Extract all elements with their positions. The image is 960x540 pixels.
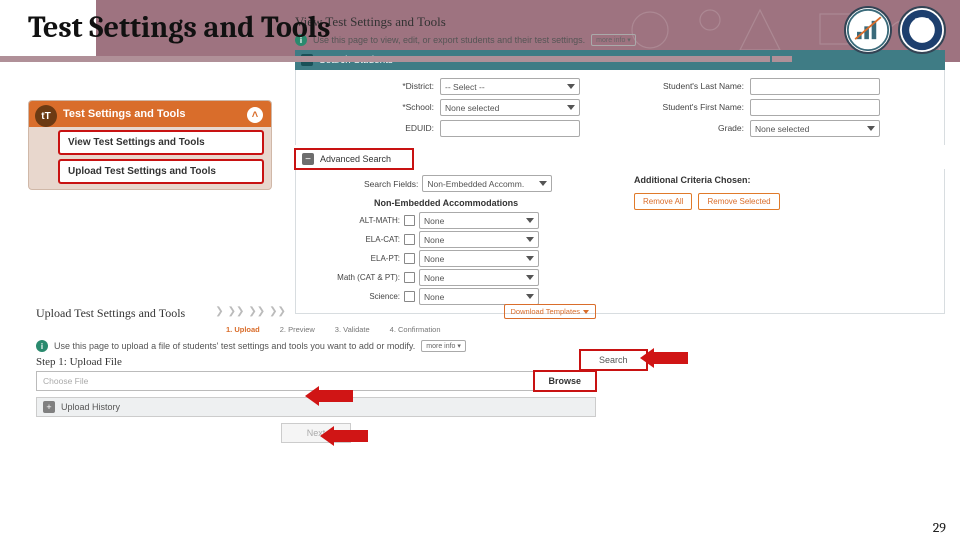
grade-label: Grade: <box>630 120 750 137</box>
district-label: *District: <box>300 78 440 95</box>
svg-text:IDAHO: IDAHO <box>915 17 930 22</box>
arrow-callout-icon <box>640 348 688 368</box>
elacat-select[interactable]: None <box>419 231 539 248</box>
nav-header[interactable]: tT Test Settings and Tools ˄ <box>29 101 271 127</box>
search-fields-select[interactable]: Non-Embedded Accomm. <box>422 175 552 192</box>
remove-selected-button[interactable]: Remove Selected <box>698 193 779 210</box>
tt-icon: tT <box>35 105 57 127</box>
school-label: *School: <box>300 99 440 116</box>
ne-accom-title: Non-Embedded Accommodations <box>374 198 604 208</box>
nav-item-upload[interactable]: Upload Test Settings and Tools <box>59 160 263 183</box>
org-seal-1 <box>844 6 892 54</box>
eduid-label: EDUID: <box>300 120 440 137</box>
lastname-label: Student's Last Name: <box>630 78 750 95</box>
chevron-step-icon: ❯ <box>215 306 223 317</box>
eduid-input[interactable] <box>440 120 580 137</box>
step-4: 4. Confirmation <box>390 325 441 334</box>
school-select[interactable]: None selected <box>440 99 580 116</box>
grade-select[interactable]: None selected <box>750 120 880 137</box>
upload-info-text: Use this page to upload a file of studen… <box>54 341 415 351</box>
altmath-check[interactable] <box>404 215 415 226</box>
nav-card: tT Test Settings and Tools ˄ View Test S… <box>28 100 272 190</box>
info-icon: i <box>36 340 48 352</box>
search-fields-label: Search Fields: <box>364 179 418 189</box>
page-title: Test Settings and Tools <box>0 0 960 45</box>
advanced-body: Search Fields: Non-Embedded Accomm. Non-… <box>295 169 945 314</box>
more-info-button[interactable]: more info ▾ <box>421 340 466 352</box>
lastname-input[interactable] <box>750 78 880 95</box>
step-1: 1. Upload <box>226 325 260 334</box>
download-templates-button[interactable]: Download Templates <box>504 304 597 319</box>
elacat-check[interactable] <box>404 234 415 245</box>
additional-criteria-title: Additional Criteria Chosen: <box>634 175 936 185</box>
step1-label: Step 1: Upload File <box>36 356 596 368</box>
page-number: 29 <box>933 519 946 536</box>
arrow-callout-icon <box>320 426 368 446</box>
step-2: 2. Preview <box>280 325 315 334</box>
math-check[interactable] <box>404 272 415 283</box>
collapse-icon: − <box>302 153 314 165</box>
expand-icon: + <box>43 401 55 413</box>
remove-all-button[interactable]: Remove All <box>634 193 692 210</box>
org-seal-2: IDAHO <box>898 6 946 54</box>
step-3: 3. Validate <box>335 325 370 334</box>
choose-file-input[interactable]: Choose File <box>36 371 534 391</box>
firstname-input[interactable] <box>750 99 880 116</box>
elapt-check[interactable] <box>404 253 415 264</box>
advanced-search-bar[interactable]: − Advanced Search <box>295 149 413 169</box>
upload-title: Upload Test Settings and Tools <box>36 306 185 321</box>
firstname-label: Student's First Name: <box>630 99 750 116</box>
elapt-select[interactable]: None <box>419 250 539 267</box>
math-select[interactable]: None <box>419 269 539 286</box>
altmath-select[interactable]: None <box>419 212 539 229</box>
arrow-callout-icon <box>305 386 353 406</box>
chevron-up-icon: ˄ <box>247 107 263 123</box>
search-form: *District: -- Select -- Student's Last N… <box>295 70 945 145</box>
nav-header-label: Test Settings and Tools <box>63 108 185 120</box>
search-button[interactable]: Search <box>580 350 647 370</box>
browse-button[interactable]: Browse <box>534 371 596 391</box>
upload-panel: Upload Test Settings and Tools ❯ ❯❯ ❯❯ ❯… <box>36 300 596 443</box>
nav-item-view[interactable]: View Test Settings and Tools <box>59 131 263 154</box>
search-row: Search <box>580 350 647 370</box>
district-select[interactable]: -- Select -- <box>440 78 580 95</box>
